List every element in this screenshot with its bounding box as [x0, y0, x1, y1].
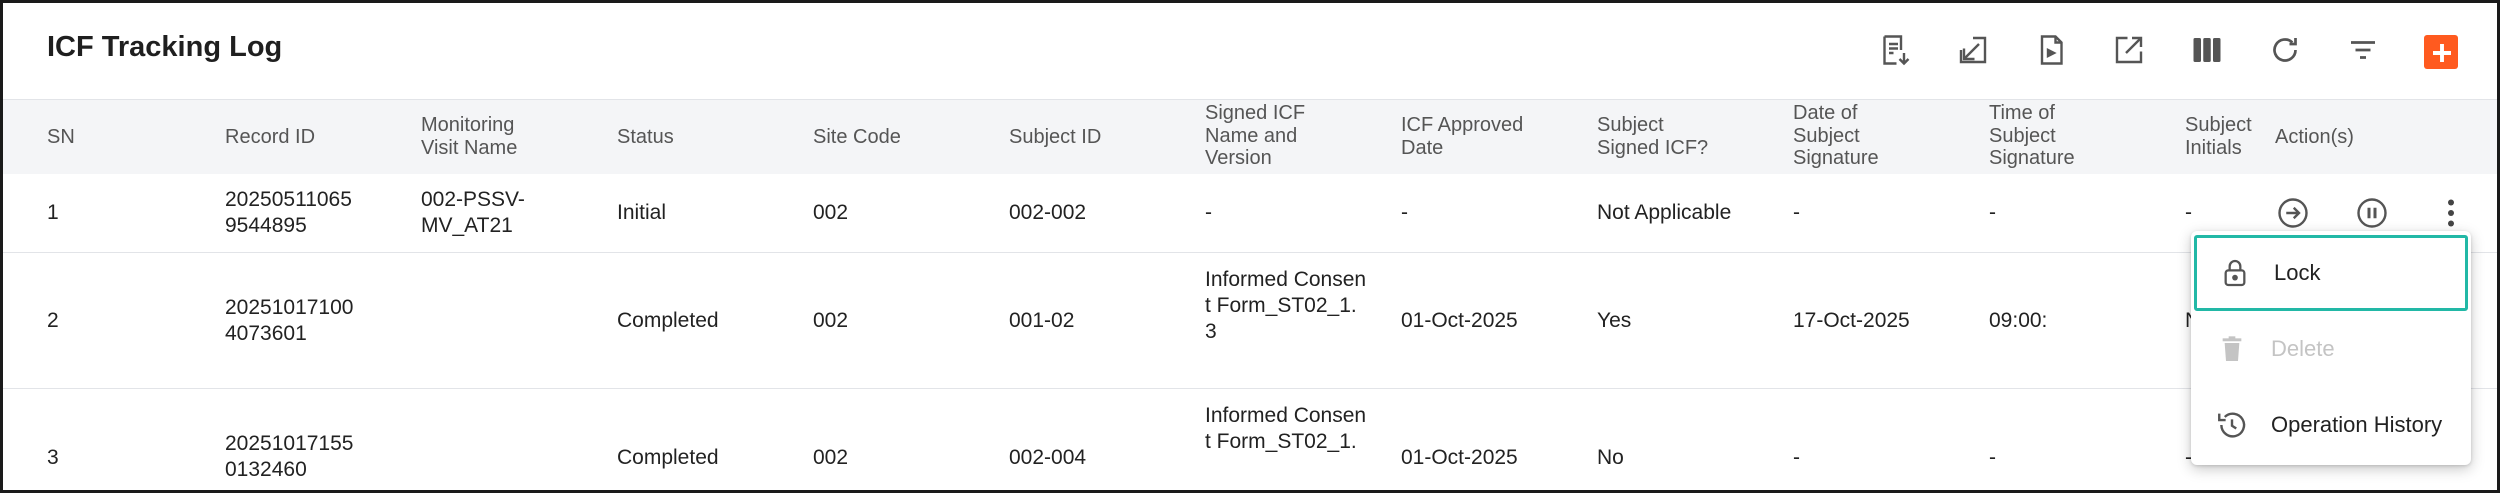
- menu-item-delete[interactable]: Delete: [2191, 311, 2471, 387]
- columns-icon[interactable]: [2185, 28, 2229, 72]
- cell-status: Completed: [617, 308, 719, 332]
- menu-item-label: Lock: [2274, 260, 2321, 285]
- cell-subject-id: 001-02: [1009, 308, 1075, 332]
- cell-date-signature: 17-Oct-2025: [1793, 308, 1910, 332]
- cell-site-code: 002: [813, 308, 849, 332]
- cell-time-signature: 09:00:: [1989, 308, 2048, 332]
- cell-date-signature: -: [1793, 446, 1800, 469]
- column-header-subject-initials[interactable]: Subject Initials: [2185, 114, 2265, 159]
- lock-icon: [2216, 254, 2254, 292]
- cell-subject-signed: Not Applicable: [1597, 201, 1732, 224]
- import-icon[interactable]: [1951, 28, 1995, 72]
- cell-subject-signed: No: [1597, 446, 1624, 469]
- cell-record-id: 20251017100 4073601: [225, 296, 354, 345]
- header-bar: ICF Tracking Log: [3, 3, 2497, 99]
- column-header-status[interactable]: Status: [617, 100, 674, 174]
- more-options-icon[interactable]: [2431, 193, 2471, 233]
- export-list-icon[interactable]: [1873, 28, 1917, 72]
- cell-icf-approved-date: 01-Oct-2025: [1401, 446, 1518, 469]
- menu-item-lock[interactable]: Lock: [2194, 235, 2468, 311]
- cell-signed-icf: Informed Consent Form_ST02_1. 3: [1205, 268, 1367, 343]
- menu-item-label: Operation History: [2271, 412, 2443, 437]
- cell-site-code: 002: [813, 446, 849, 469]
- cell-sn: 3: [47, 446, 59, 469]
- trash-icon: [2213, 330, 2251, 368]
- table-row: 3 20251017155 0132460 Completed 002 002-…: [3, 389, 2497, 490]
- column-header-icf-approved-date[interactable]: ICF Approved Date: [1401, 114, 1541, 159]
- cell-icf-approved-date: -: [1401, 201, 1408, 224]
- cell-sn: 1: [47, 201, 59, 224]
- table-row: 1 20250511065 9544895 002-PSSV- MV_AT21 …: [3, 174, 2497, 253]
- cell-subject-id: 002-004: [1009, 446, 1087, 469]
- open-external-icon[interactable]: [2107, 28, 2151, 72]
- add-button[interactable]: [2419, 28, 2463, 72]
- pdf-export-icon[interactable]: [2029, 28, 2073, 72]
- cell-subject-id: 002-002: [1009, 201, 1087, 224]
- filter-icon[interactable]: [2341, 28, 2385, 72]
- column-header-subject-signed[interactable]: Subject Signed ICF?: [1597, 114, 1717, 159]
- column-header-time-signature[interactable]: Time of Subject Signature: [1989, 102, 2099, 170]
- cell-subject-signed: Yes: [1597, 308, 1632, 332]
- column-header-signed-icf[interactable]: Signed ICF Name and Version: [1205, 102, 1315, 170]
- column-header-record-id[interactable]: Record ID: [225, 100, 315, 174]
- refresh-icon[interactable]: [2263, 28, 2307, 72]
- cell-date-signature: -: [1793, 201, 1800, 224]
- column-header-subject-id[interactable]: Subject ID: [1009, 100, 1101, 174]
- page-title: ICF Tracking Log: [47, 31, 283, 63]
- history-icon: [2213, 406, 2251, 444]
- app-window: ICF Tracking Log SN Record ID Monitoring…: [0, 0, 2500, 493]
- cell-status: Initial: [617, 201, 667, 224]
- cell-signed-icf: Informed Consent Form_ST02_1.: [1205, 404, 1367, 453]
- cell-record-id: 20251017155 0132460: [225, 432, 354, 481]
- cell-sn: 2: [47, 308, 59, 332]
- cell-signed-icf: -: [1205, 201, 1212, 224]
- cell-status: Completed: [617, 446, 719, 469]
- column-header-site-code[interactable]: Site Code: [813, 100, 901, 174]
- table-header: SN Record ID Monitoring Visit Name Statu…: [3, 99, 2497, 175]
- navigate-icon[interactable]: [2273, 193, 2313, 233]
- cell-record-id: 20250511065 9544895: [225, 188, 352, 237]
- cell-icf-approved-date: 01-Oct-2025: [1401, 308, 1518, 332]
- column-header-date-signature[interactable]: Date of Subject Signature: [1793, 102, 1903, 170]
- column-header-actions: Action(s): [2275, 125, 2354, 148]
- table-row: 2 20251017100 4073601 Completed 002 001-…: [3, 253, 2497, 389]
- column-header-sn[interactable]: SN: [47, 100, 75, 174]
- cell-time-signature: -: [1989, 446, 1996, 469]
- cell-site-code: 002: [813, 201, 849, 224]
- menu-item-label: Delete: [2271, 336, 2335, 361]
- menu-item-operation-history[interactable]: Operation History: [2191, 387, 2471, 463]
- add-icon: [2424, 35, 2458, 69]
- column-header-monitoring-visit[interactable]: Monitoring Visit Name: [421, 114, 541, 159]
- cell-time-signature: -: [1989, 201, 1996, 224]
- row-context-menu: Lock Delete Operation History: [2191, 231, 2471, 465]
- pause-icon[interactable]: [2352, 193, 2392, 233]
- cell-monitoring-visit: 002-PSSV- MV_AT21: [421, 188, 525, 237]
